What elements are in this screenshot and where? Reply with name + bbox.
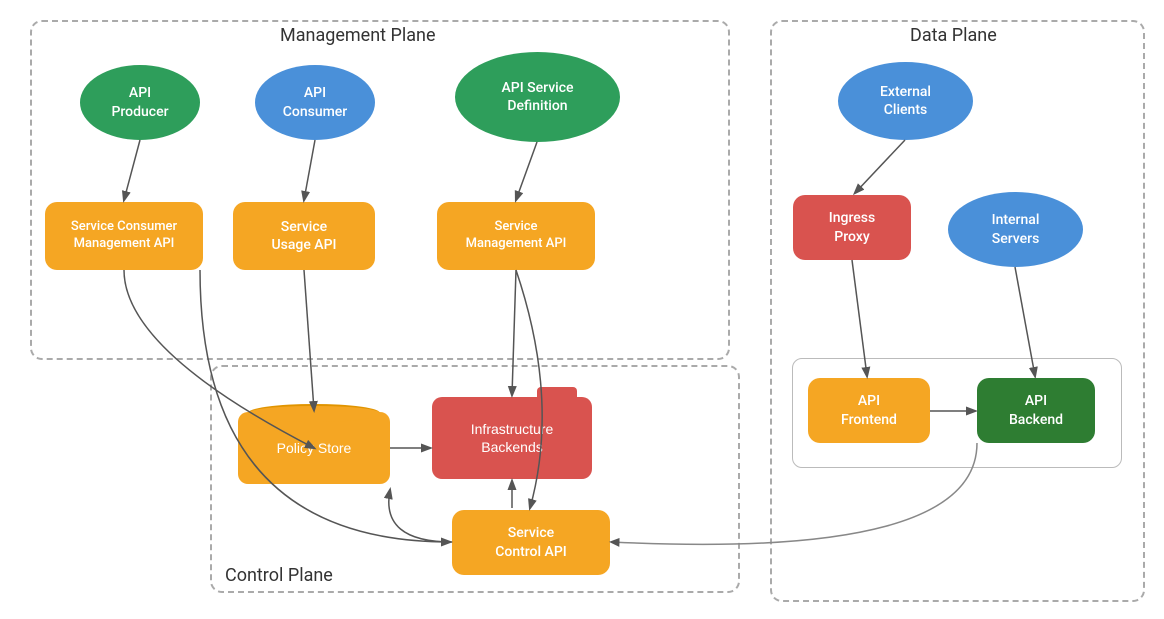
external-clients-node: ExternalClients bbox=[838, 62, 973, 140]
data-plane-label: Data Plane bbox=[910, 25, 997, 46]
api-frontend-node: APIFrontend bbox=[808, 378, 930, 443]
ingress-proxy-node: IngressProxy bbox=[793, 195, 911, 260]
policy-store-node: Policy Store bbox=[238, 412, 390, 484]
management-plane-label: Management Plane bbox=[280, 25, 436, 46]
control-plane-label: Control Plane bbox=[225, 565, 333, 586]
service-control-api-node: ServiceControl API bbox=[452, 510, 610, 575]
service-consumer-mgmt-node: Service ConsumerManagement API bbox=[45, 202, 203, 270]
api-producer-node: APIProducer bbox=[80, 65, 200, 140]
api-consumer-node: APIConsumer bbox=[255, 65, 375, 140]
architecture-diagram: Management Plane Data Plane Control Plan… bbox=[0, 0, 1164, 619]
api-service-def-node: API ServiceDefinition bbox=[455, 52, 620, 142]
service-mgmt-api-node: ServiceManagement API bbox=[437, 202, 595, 270]
internal-servers-node: InternalServers bbox=[948, 192, 1083, 267]
infra-backends-node: InfrastructureBackends bbox=[432, 397, 592, 479]
service-usage-api-node: ServiceUsage API bbox=[233, 202, 375, 270]
api-backend-node: APIBackend bbox=[977, 378, 1095, 443]
